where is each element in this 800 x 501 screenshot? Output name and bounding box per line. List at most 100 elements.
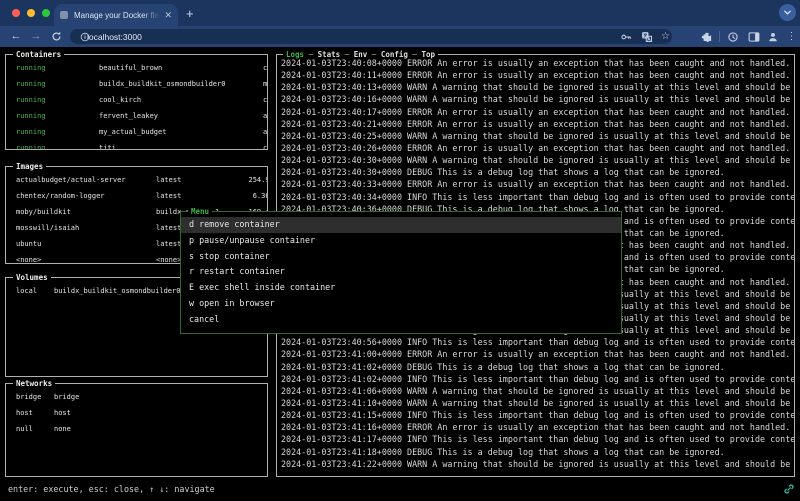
tab-title: Manage your Docker fleet wi <box>74 11 160 20</box>
container-image: moby/buildkit <box>263 76 267 92</box>
menu-item-remove[interactable]: d remove container <box>181 217 621 233</box>
container-name: cool_kirch <box>99 92 263 108</box>
terminal-app: Containers runningbeautiful_brownchentex… <box>0 47 800 501</box>
new-tab-button[interactable]: + <box>186 5 194 23</box>
network-name: host <box>16 405 54 421</box>
back-button[interactable]: ← <box>8 29 24 44</box>
browser-menu-icon[interactable]: ⋮ <box>785 30 798 43</box>
reload-button[interactable] <box>50 30 63 43</box>
menu-item-cancel[interactable]: cancel <box>181 312 621 328</box>
log-line: 2024-01-03T23:40:11+0000 ERROR An error … <box>281 69 794 81</box>
log-line: 2024-01-03T23:40:13+0000 WARN A warning … <box>281 81 794 93</box>
menu-item-pause/unpause[interactable]: p pause/unpause container <box>181 233 621 249</box>
window-close-button[interactable] <box>12 9 20 17</box>
image-name: <none> <box>16 252 156 263</box>
container-row[interactable]: runningbuildx_buildkit_osmondbuilder0mob… <box>6 76 267 92</box>
container-image: chentex/random-logger <box>263 60 267 76</box>
container-image: chentex/random-logger <box>263 140 267 149</box>
tab-favicon-icon <box>60 11 68 19</box>
log-line: 2024-01-03T23:40:30+0000 WARN A warning … <box>281 154 794 166</box>
container-row[interactable]: runningcool_kirchchentex/random-logger <box>6 92 267 108</box>
container-action-menu: Menu d remove containerp pause/unpause c… <box>180 211 622 334</box>
image-row[interactable]: chentex/random-loggerlatest6.36MB <box>6 188 267 204</box>
log-line: 2024-01-03T23:41:22+0000 WARN A warning … <box>281 458 794 470</box>
container-status: running <box>16 76 99 92</box>
container-name: buildx_buildkit_osmondbuilder0 <box>99 76 263 92</box>
log-line: 2024-01-03T23:41:17+0000 INFO This is le… <box>281 433 794 445</box>
log-line: 2024-01-03T23:41:06+0000 WARN A warning … <box>281 385 794 397</box>
log-line: 2024-01-03T23:41:00+0000 ERROR An error … <box>281 348 794 360</box>
container-name: beautiful_brown <box>99 60 263 76</box>
side-panel-icon[interactable] <box>747 30 760 43</box>
translate-icon[interactable] <box>640 30 653 43</box>
status-bar: enter: execute, esc: close, ↑ ↓: navigat… <box>8 484 215 494</box>
connection-link-icon <box>783 483 795 495</box>
browser-window: Manage your Docker fleet wi ✕ + ← → <box>0 0 800 501</box>
window-minimize-button[interactable] <box>27 9 35 17</box>
container-status: running <box>16 60 99 76</box>
bookmark-star-icon[interactable]: ☆ <box>659 30 672 43</box>
network-driver: bridge <box>54 389 79 405</box>
forward-button[interactable]: → <box>28 29 44 44</box>
log-line: 2024-01-03T23:40:56+0000 INFO This is le… <box>281 336 794 348</box>
tab-close-icon[interactable]: ✕ <box>164 10 172 21</box>
log-line: 2024-01-03T23:41:02+0000 INFO This is le… <box>281 373 794 385</box>
container-image: chentex/random-logger <box>263 92 267 108</box>
image-name: moby/buildkit <box>16 204 156 220</box>
menu-item-stop[interactable]: s stop container <box>181 249 621 265</box>
container-name: titi <box>99 140 263 149</box>
log-line: 2024-01-03T23:41:10+0000 WARN A warning … <box>281 397 794 409</box>
image-size: 6.36MB <box>208 188 267 204</box>
menu-item-open[interactable]: w open in browser <box>181 296 621 312</box>
network-row[interactable]: bridgebridge <box>6 389 267 405</box>
containers-panel[interactable]: Containers runningbeautiful_brownchentex… <box>5 54 268 150</box>
container-row[interactable]: runningfervent_leakeyactualbudget/actual… <box>6 108 267 124</box>
menu-item-restart[interactable]: r restart container <box>181 264 621 280</box>
image-name: mosswill/isaiah <box>16 220 156 236</box>
image-name: ubuntu <box>16 236 156 252</box>
log-line: 2024-01-03T23:40:16+0000 WARN A warning … <box>281 93 794 105</box>
tab-search-button[interactable] <box>779 4 796 21</box>
browser-tab[interactable]: Manage your Docker fleet wi ✕ <box>54 4 178 26</box>
container-row[interactable]: runningmy_actual_budgetactualbudget/actu… <box>6 124 267 140</box>
container-row[interactable]: runningtitichentex/random-logger <box>6 140 267 149</box>
toolbar-separator <box>719 31 720 42</box>
tab-strip: Manage your Docker fleet wi ✕ + <box>0 0 800 26</box>
url-text[interactable]: localhost:3000 <box>87 32 142 42</box>
log-line: 2024-01-03T23:40:33+0000 ERROR An error … <box>281 178 794 190</box>
profile-avatar-icon[interactable] <box>766 30 779 43</box>
chevron-down-icon <box>783 8 792 17</box>
log-line: 2024-01-03T23:41:16+0000 ERROR An error … <box>281 421 794 433</box>
window-zoom-button[interactable] <box>42 9 50 17</box>
reload-icon <box>51 31 62 42</box>
network-name: bridge <box>16 389 54 405</box>
menu-item-exec[interactable]: E exec shell inside container <box>181 280 621 296</box>
network-row[interactable]: hosthost <box>6 405 267 421</box>
container-row[interactable]: runningbeautiful_brownchentex/random-log… <box>6 60 267 76</box>
network-name: null <box>16 421 54 437</box>
window-controls <box>12 9 50 17</box>
container-image: actualbudget/actual-server <box>263 124 267 140</box>
log-line: 2024-01-03T23:40:21+0000 ERROR An error … <box>281 118 794 130</box>
log-line: 2024-01-03T23:40:26+0000 ERROR An error … <box>281 142 794 154</box>
site-info-icon[interactable] <box>78 30 91 43</box>
container-status: running <box>16 140 99 149</box>
update-status-icon[interactable] <box>726 30 739 43</box>
image-size: 254.9MB <box>208 172 267 188</box>
image-name: chentex/random-logger <box>16 188 156 204</box>
network-driver: host <box>54 405 71 421</box>
log-line: 2024-01-03T23:41:18+0000 DEBUG This is a… <box>281 446 794 458</box>
address-bar[interactable]: localhost:3000 <box>70 29 672 44</box>
log-line: 2024-01-03T23:41:02+0000 DEBUG This is a… <box>281 361 794 373</box>
log-line: 2024-01-03T23:40:34+0000 INFO This is le… <box>281 191 794 203</box>
log-line: 2024-01-03T23:40:30+0000 DEBUG This is a… <box>281 166 794 178</box>
password-key-icon[interactable] <box>619 30 632 43</box>
networks-panel[interactable]: Networks bridgebridgehosthostnullnone <box>5 383 268 477</box>
log-line: 2024-01-03T23:41:15+0000 INFO This is le… <box>281 409 794 421</box>
image-name: actualbudget/actual-server <box>16 172 156 188</box>
container-image: actualbudget/actual-server <box>263 108 267 124</box>
extensions-icon[interactable] <box>700 30 713 43</box>
network-driver: none <box>54 421 71 437</box>
network-row[interactable]: nullnone <box>6 421 267 437</box>
image-row[interactable]: actualbudget/actual-serverlatest254.9MB <box>6 172 267 188</box>
